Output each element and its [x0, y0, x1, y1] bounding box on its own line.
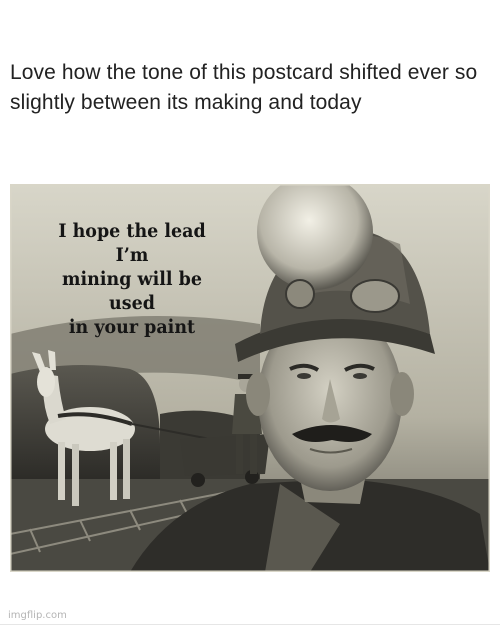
slogan-line-3: in your paint: [68, 316, 196, 338]
slogan-line-2: mining will be used: [62, 268, 202, 314]
postcard-image: I hope the lead I’m mining will be used …: [10, 184, 490, 572]
imgflip-watermark: imgflip.com: [8, 610, 67, 621]
slogan-line-1: I hope the lead I’m: [58, 220, 206, 266]
post-caption: Love how the tone of this postcard shift…: [10, 61, 478, 114]
postcard-slogan: I hope the lead I’m mining will be used …: [53, 219, 211, 339]
